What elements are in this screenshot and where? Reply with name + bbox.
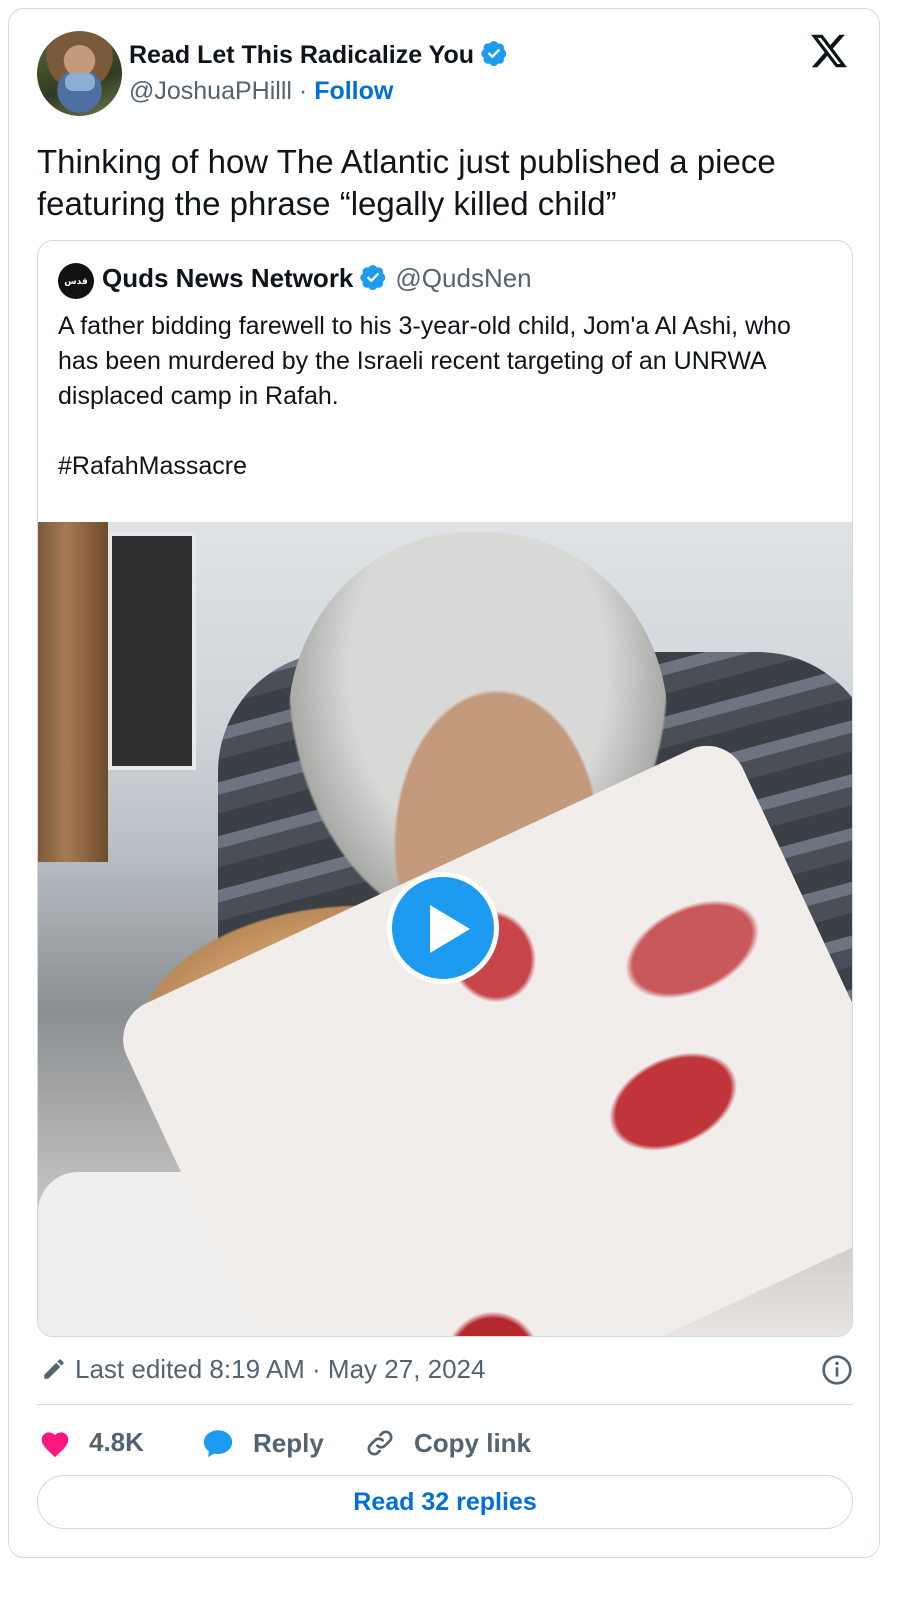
verified-icon <box>359 263 387 298</box>
reply-label: Reply <box>253 1427 324 1458</box>
read-replies-button[interactable]: Read 32 replies <box>37 1475 853 1529</box>
video-thumbnail[interactable] <box>38 522 852 1336</box>
author-name[interactable]: Read Let This Radicalize You <box>129 39 508 74</box>
separator: · <box>298 77 308 105</box>
tweet-card: Read Let This Radicalize You @JoshuaPHil… <box>8 8 880 1558</box>
reply-button[interactable]: Reply <box>201 1427 324 1459</box>
play-icon <box>430 905 470 953</box>
x-logo-icon[interactable] <box>809 31 849 71</box>
reply-icon <box>203 1430 233 1458</box>
play-button[interactable] <box>387 872 499 984</box>
info-icon[interactable] <box>821 1354 853 1391</box>
follow-button[interactable]: Follow <box>314 77 393 105</box>
author-handle-line: @JoshuaPHilll · Follow <box>129 77 393 106</box>
quoted-handle[interactable]: @QudsNen <box>395 263 531 293</box>
link-icon <box>367 1430 393 1456</box>
quoted-avatar[interactable]: قدس <box>58 263 94 299</box>
quoted-author-name[interactable]: Quds News Network <box>102 263 353 293</box>
edited-timestamp[interactable]: Last edited 8:19 AM · May 27, 2024 <box>41 1354 485 1389</box>
heart-icon <box>41 1431 69 1457</box>
like-button[interactable]: 4.8K <box>39 1427 144 1458</box>
curtain <box>38 522 108 862</box>
verified-icon <box>480 39 508 74</box>
edit-icon <box>41 1356 67 1389</box>
copy-link-label: Copy link <box>414 1427 532 1458</box>
author-avatar[interactable] <box>37 31 122 116</box>
edited-label: Last edited 8:19 AM · May 27, 2024 <box>75 1354 486 1384</box>
quoted-author: Quds News Network @QudsNen <box>102 263 532 298</box>
author-handle[interactable]: @JoshuaPHilll <box>129 77 292 105</box>
avatar-mask <box>65 73 95 91</box>
quoted-text: A father bidding farewell to his 3-year-… <box>58 312 791 480</box>
window <box>108 532 196 770</box>
copy-link-button[interactable]: Copy link <box>364 1427 531 1459</box>
like-count: 4.8K <box>89 1427 144 1457</box>
tweet-text: Thinking of how The Atlantic just publis… <box>37 143 776 222</box>
author-name-text[interactable]: Read Let This Radicalize You <box>129 41 474 69</box>
divider <box>37 1404 853 1405</box>
quoted-tweet[interactable]: قدس Quds News Network @QudsNen A father b… <box>37 240 853 1337</box>
